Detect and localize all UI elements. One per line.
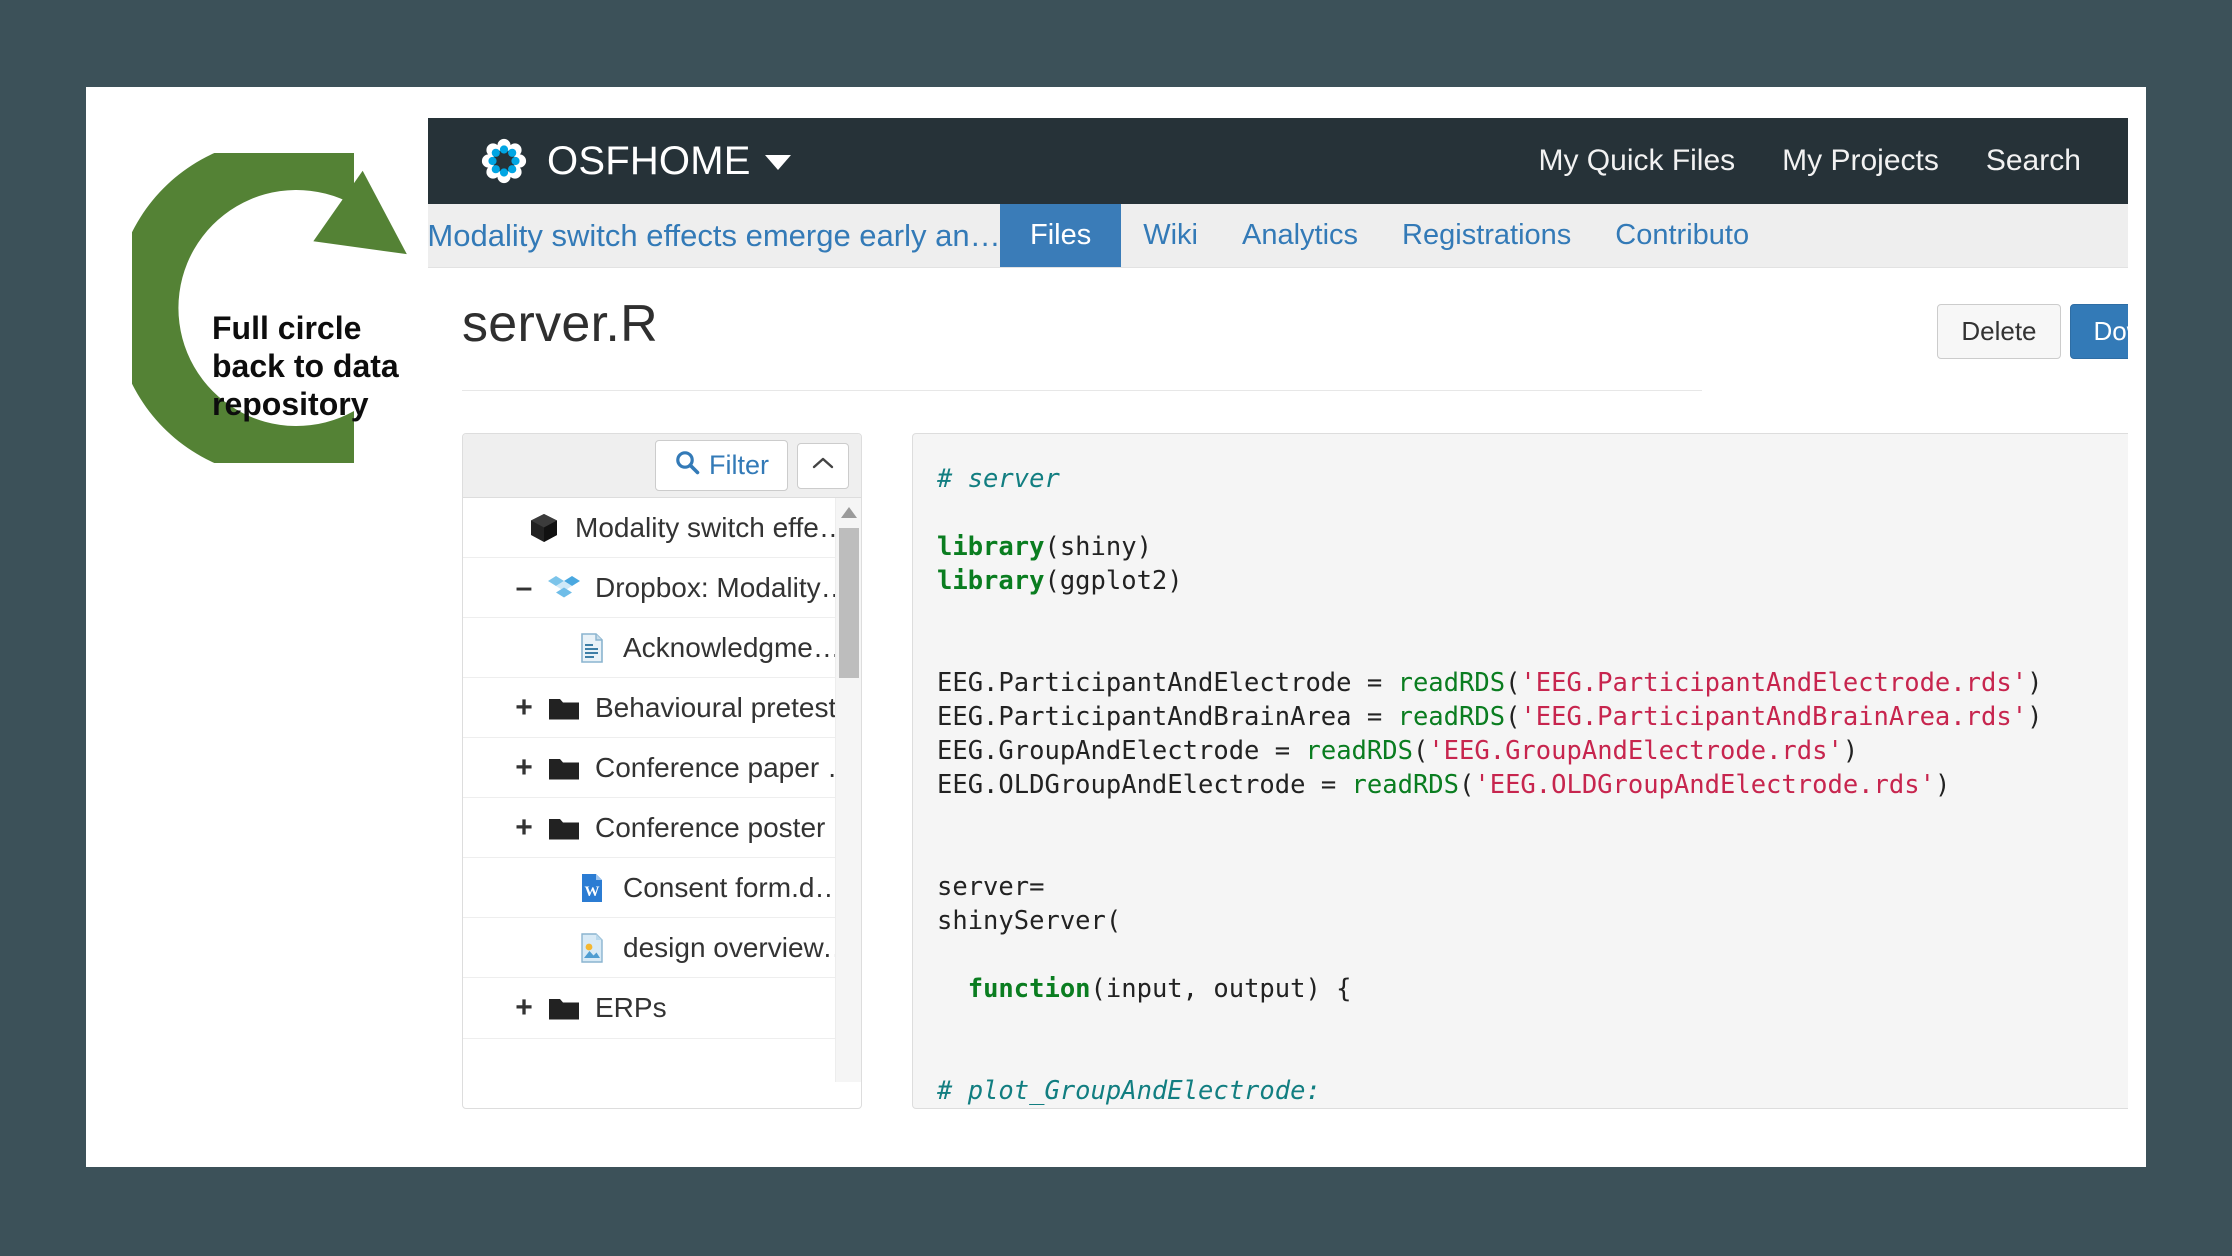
tree-row-label: Consent form.docx — [623, 871, 855, 903]
brand-prefix: OSF — [547, 138, 630, 183]
caret-down-icon[interactable] — [764, 155, 791, 171]
code-content: # server library(shiny) library(ggplot2)… — [937, 464, 2043, 1106]
tree-row-label: Conference poster — [595, 811, 826, 843]
osf-navbar: OSFHOME My Quick Files My Projects Searc… — [428, 118, 2128, 204]
tree-row-label: design overview.png — [623, 931, 855, 963]
nav-link-my-quick-files[interactable]: My Quick Files — [1538, 144, 1735, 178]
header-divider — [462, 390, 1702, 391]
search-icon — [674, 449, 700, 482]
file-action-buttons: Delete Down — [1937, 304, 2128, 359]
tree-row-label: ERPs — [595, 992, 667, 1023]
tab-contributors[interactable]: Contributo — [1593, 204, 1771, 267]
tree-toggle[interactable]: + — [511, 991, 537, 1025]
tree-row-partial — [463, 1038, 861, 1082]
nav-link-search[interactable]: Search — [1986, 144, 2081, 178]
slide-canvas: OSFHOME My Quick Files My Projects Searc… — [0, 0, 2232, 1256]
tree-row-label: Modality switch effects emerge … — [575, 511, 855, 543]
chevron-up-icon — [811, 455, 835, 476]
file-tree-scrollbar[interactable] — [835, 498, 861, 1082]
file-tree-panel: Filter Modality switch effects – Dropbox… — [462, 433, 862, 1109]
tree-row-file-txt[interactable]: Acknowledgments note.txt — [463, 618, 861, 678]
word-file-icon: W — [575, 871, 609, 905]
tab-files[interactable]: Files — [1000, 204, 1122, 267]
osf-brand[interactable]: OSFHOME — [481, 138, 791, 184]
navbar-links: My Quick Files My Projects Search Supp — [1538, 118, 2128, 204]
download-button[interactable]: Down — [2069, 304, 2128, 359]
text-file-icon — [575, 631, 609, 665]
annotation-line-3: repository — [212, 386, 369, 422]
file-tree-toolbar: Filter — [463, 434, 861, 498]
brand-suffix: HOME — [629, 138, 751, 183]
folder-icon — [547, 691, 581, 725]
folder-icon — [547, 811, 581, 845]
collapse-tree-button[interactable] — [797, 442, 849, 489]
tree-toggle[interactable]: + — [511, 751, 537, 785]
filter-button-label: Filter — [709, 450, 769, 480]
scrollbar-thumb[interactable] — [839, 528, 859, 678]
code-viewer-panel: # server library(shiny) library(ggplot2)… — [912, 433, 2128, 1109]
annotation-line-2: back to data — [212, 348, 399, 384]
tree-row-label: Dropbox: Modality-switching… — [595, 571, 855, 603]
tree-row-dropbox[interactable]: – Dropbox: Modality- — [463, 558, 861, 618]
tab-analytics[interactable]: Analytics — [1220, 204, 1380, 267]
folder-icon — [547, 991, 581, 1025]
svg-text:W: W — [585, 884, 600, 900]
project-box-icon — [527, 511, 561, 545]
tree-row-file-docx[interactable]: W Consent form.docx — [463, 858, 861, 918]
image-file-icon — [575, 931, 609, 965]
annotation-callout: Full circle back to data repository — [132, 153, 512, 463]
dropbox-icon — [547, 571, 581, 605]
osf-brand-text: OSFHOME — [547, 139, 791, 184]
tree-row-project[interactable]: Modality switch effects emerge … — [463, 498, 861, 558]
tree-row-folder-behavioural-pretest[interactable]: + Behavioural pretest — [463, 678, 861, 738]
tree-row-folder-erps[interactable]: + ERPs — [463, 978, 861, 1038]
tree-row-label: Conference paper 39th C… — [595, 751, 855, 783]
tree-toggle[interactable]: – — [511, 571, 537, 605]
nav-link-my-projects[interactable]: My Projects — [1782, 144, 1939, 178]
folder-icon — [547, 751, 581, 785]
file-tree-list: Modality switch effects emerge … – — [463, 498, 861, 1082]
tree-row-folder-conference-paper[interactable]: + Conference paper 39th C… — [463, 738, 861, 798]
project-title[interactable]: Modality switch effects emerge early an… — [428, 204, 1001, 267]
tree-toggle[interactable]: + — [511, 811, 537, 845]
filter-button[interactable]: Filter — [655, 440, 788, 491]
annotation-line-1: Full circle — [212, 310, 362, 346]
tree-row-label: Behavioural pretest — [595, 691, 837, 723]
annotation-text: Full circle back to data repository — [212, 309, 442, 423]
tree-toggle[interactable]: + — [511, 691, 537, 725]
delete-button[interactable]: Delete — [1937, 304, 2061, 359]
page-header: server.R Delete Down — [462, 268, 2128, 390]
tab-registrations[interactable]: Registrations — [1380, 204, 1593, 267]
tree-row-folder-conference-poster[interactable]: + Conference poster — [463, 798, 861, 858]
project-tabstrip: Modality switch effects emerge early an…… — [428, 204, 2128, 268]
tab-wiki[interactable]: Wiki — [1121, 204, 1220, 267]
presentation-slide: OSFHOME My Quick Files My Projects Searc… — [86, 87, 2146, 1167]
tree-row-label: Acknowledgments note.txt — [623, 631, 855, 663]
scroll-up-arrow-icon[interactable] — [841, 507, 857, 518]
osf-browser-screenshot: OSFHOME My Quick Files My Projects Searc… — [428, 118, 2128, 1167]
tree-row-file-png[interactable]: design overview.png — [463, 918, 861, 978]
